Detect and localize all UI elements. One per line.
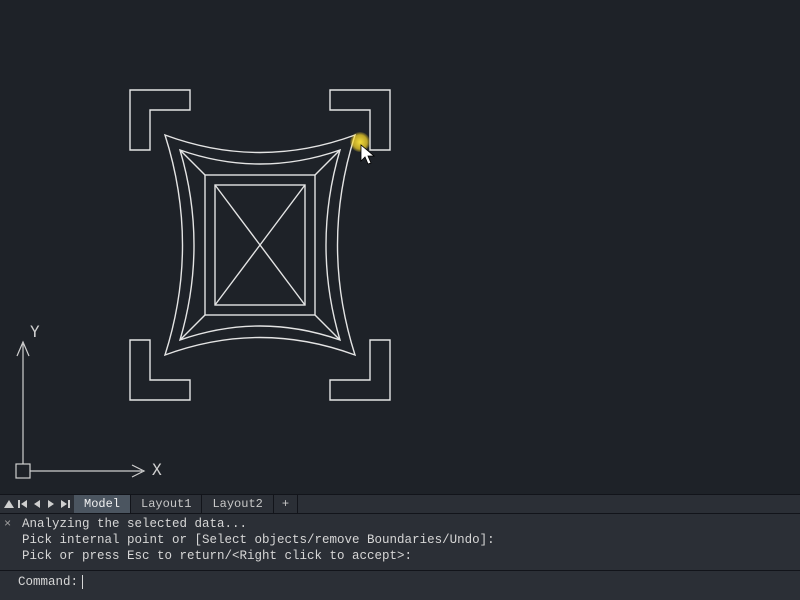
- tab-menu-button[interactable]: [2, 496, 16, 512]
- command-prompt-label: Command:: [18, 574, 78, 590]
- tab-last-button[interactable]: [58, 496, 72, 512]
- command-history-line: Pick internal point or [Select objects/r…: [22, 532, 796, 548]
- tab-layout2[interactable]: Layout2: [202, 495, 273, 513]
- close-icon[interactable]: ×: [4, 516, 16, 528]
- tab-prev-button[interactable]: [30, 496, 44, 512]
- command-caret: [82, 575, 83, 589]
- drawing-canvas[interactable]: Y X: [0, 0, 800, 494]
- tab-label: Model: [84, 497, 120, 511]
- command-panel: × Analyzing the selected data... Pick in…: [0, 514, 800, 600]
- command-separator: [0, 570, 800, 571]
- command-history-line: Analyzing the selected data...: [22, 516, 796, 532]
- tab-model[interactable]: Model: [74, 495, 131, 513]
- tab-layout1[interactable]: Layout1: [131, 495, 202, 513]
- tab-first-button[interactable]: [16, 496, 30, 512]
- layout-tabstrip: Model Layout1 Layout2 +: [0, 494, 800, 514]
- tab-add-button[interactable]: +: [274, 495, 298, 513]
- tab-label: Layout2: [212, 497, 262, 511]
- tab-nav-controls: [0, 495, 74, 513]
- tab-next-button[interactable]: [44, 496, 58, 512]
- command-history-line: Pick or press Esc to return/<Right click…: [22, 548, 796, 564]
- drawing-geometry: [130, 90, 390, 400]
- tab-label: +: [282, 497, 289, 511]
- command-input-row[interactable]: Command:: [4, 574, 83, 590]
- layout-tabs: Model Layout1 Layout2 +: [74, 495, 298, 513]
- command-history: Analyzing the selected data... Pick inte…: [22, 516, 796, 564]
- tab-label: Layout1: [141, 497, 191, 511]
